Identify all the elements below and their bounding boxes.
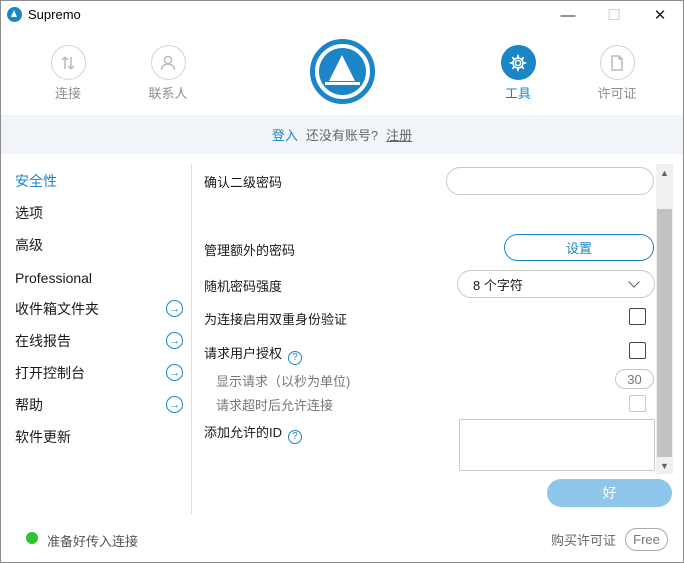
nav-contacts-label: 联系人: [148, 86, 188, 101]
show-request-seconds-input[interactable]: 30: [615, 369, 654, 389]
arrow-right-icon: →: [166, 332, 183, 349]
sidebar-item-online-report[interactable]: 在线报告 →: [15, 329, 183, 353]
window-title: Supremo: [28, 7, 81, 22]
nav-contacts[interactable]: 联系人: [138, 45, 198, 102]
random-strength-select[interactable]: 8 个字符: [457, 270, 655, 298]
sidebar-item-professional[interactable]: Professional: [15, 266, 183, 290]
help-icon[interactable]: ?: [288, 429, 303, 444]
scroll-down-arrow-icon[interactable]: ▼: [656, 457, 673, 474]
arrow-right-icon: →: [166, 300, 183, 317]
ok-button[interactable]: 好: [547, 479, 672, 507]
gear-icon: [500, 45, 536, 80]
allowed-ids-textarea[interactable]: [459, 419, 655, 471]
confirm-password-label: 确认二级密码: [204, 175, 283, 190]
random-strength-value: 8 个字符: [473, 277, 523, 293]
sidebar-item-label: 帮助: [15, 397, 43, 413]
close-button[interactable]: ✕: [637, 1, 683, 29]
arrow-right-icon: →: [166, 396, 183, 413]
supremo-logo-icon: [7, 7, 22, 22]
request-auth-label: 请求用户授权?: [204, 343, 303, 365]
status-indicator-icon: [26, 532, 38, 544]
sidebar-item-label: 软件更新: [15, 429, 71, 445]
set-password-button[interactable]: 设置: [504, 234, 654, 261]
vertical-scrollbar[interactable]: ▲ ▼: [656, 164, 673, 474]
login-bar: 登入 还没有账号? 注册: [1, 115, 683, 154]
two-factor-checkbox[interactable]: [629, 308, 646, 325]
person-icon: [150, 45, 186, 80]
top-navigation: 连接 联系人 工具 许可证: [1, 29, 683, 115]
random-strength-label: 随机密码强度: [204, 279, 283, 294]
title-bar: Supremo — ☐ ✕: [1, 1, 683, 29]
nav-tools[interactable]: 工具: [488, 45, 548, 102]
nav-connect[interactable]: 连接: [38, 45, 98, 102]
settings-sidebar: 安全性 选项 高级 Professional 收件箱文件夹 → 在线报告 → 打…: [1, 166, 191, 516]
two-factor-label: 为连接启用双重身份验证: [204, 312, 348, 327]
help-icon[interactable]: ?: [288, 350, 303, 365]
no-account-text: 还没有账号?: [305, 128, 379, 143]
minimize-button[interactable]: —: [545, 1, 591, 29]
security-settings-panel: 确认二级密码 管理额外的密码 设置 随机密码强度 8 个字符 为连接启用双重身份…: [192, 164, 656, 474]
sidebar-item-help[interactable]: 帮助 →: [15, 393, 183, 417]
sidebar-item-label: 在线报告: [15, 333, 71, 349]
sidebar-item-label: 选项: [15, 205, 43, 221]
login-link[interactable]: 登入: [272, 125, 298, 144]
extra-password-label: 管理额外的密码: [204, 243, 296, 258]
maximize-button[interactable]: ☐: [591, 1, 637, 29]
buy-license-link[interactable]: 购买许可证: [551, 530, 616, 549]
scroll-up-arrow-icon[interactable]: ▲: [656, 164, 673, 181]
sidebar-item-open-console[interactable]: 打开控制台 →: [15, 361, 183, 385]
add-allowed-id-text: 添加允许的ID: [204, 425, 283, 440]
document-icon: [599, 45, 635, 80]
nav-license-label: 许可证: [597, 86, 637, 101]
app-window: Supremo — ☐ ✕ 连接 联系人 工具 许可证 登入 还没有账号? 注册…: [0, 0, 684, 563]
sidebar-item-advanced[interactable]: 高级: [15, 233, 183, 257]
sidebar-item-label: Professional: [15, 270, 93, 286]
sidebar-item-inbox-folder[interactable]: 收件箱文件夹 →: [15, 297, 183, 321]
sidebar-item-software-update[interactable]: 软件更新: [15, 425, 183, 449]
request-auth-text: 请求用户授权: [204, 346, 283, 361]
scroll-thumb[interactable]: [657, 209, 672, 457]
signup-link[interactable]: 注册: [386, 125, 412, 144]
arrows-updown-icon: [50, 45, 86, 80]
request-auth-checkbox[interactable]: [629, 342, 646, 359]
sidebar-item-security[interactable]: 安全性: [15, 169, 183, 193]
edition-badge: Free: [625, 528, 668, 551]
arrow-right-icon: →: [166, 364, 183, 381]
confirm-password-field[interactable]: [446, 167, 654, 195]
status-text: 准备好传入连接: [47, 534, 139, 549]
allow-on-timeout-checkbox[interactable]: [629, 395, 646, 412]
sidebar-item-label: 打开控制台: [15, 365, 85, 381]
nav-license[interactable]: 许可证: [587, 45, 647, 102]
sidebar-item-label: 高级: [15, 237, 43, 253]
chevron-down-icon: [628, 276, 640, 288]
nav-tools-label: 工具: [504, 86, 531, 101]
sidebar-item-options[interactable]: 选项: [15, 201, 183, 225]
sidebar-item-label: 收件箱文件夹: [15, 301, 99, 317]
show-request-label: 显示请求（以秒为单位): [216, 374, 351, 389]
sidebar-item-label: 安全性: [15, 173, 57, 189]
nav-connect-label: 连接: [54, 86, 81, 101]
allow-on-timeout-label: 请求超时后允许连接: [216, 398, 334, 413]
add-allowed-id-label: 添加允许的ID?: [204, 422, 303, 444]
supremo-logo: [310, 39, 375, 104]
